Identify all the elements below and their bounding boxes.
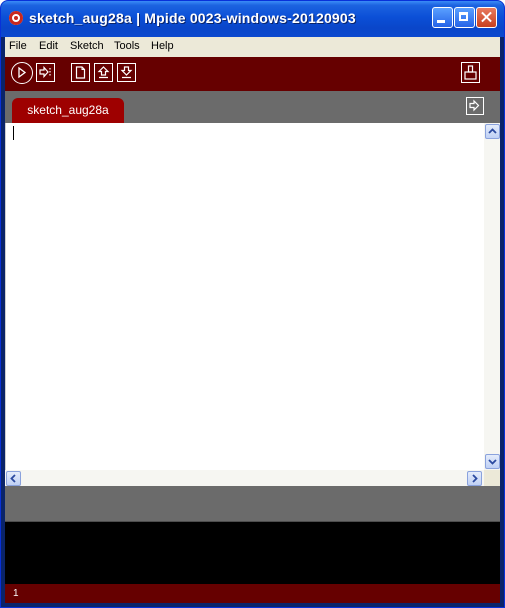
footer-bar: 1 bbox=[5, 584, 500, 603]
code-editor[interactable] bbox=[5, 123, 485, 470]
new-button[interactable] bbox=[71, 63, 90, 82]
title-bar[interactable]: sketch_aug28a | Mpide 0023-windows-20120… bbox=[1, 1, 504, 37]
serial-monitor-button[interactable] bbox=[461, 62, 480, 83]
minimize-button[interactable] bbox=[432, 7, 453, 28]
ide-window: sketch_aug28a | Mpide 0023-windows-20120… bbox=[0, 0, 505, 608]
toolbar bbox=[5, 57, 500, 91]
stop-button[interactable] bbox=[36, 63, 55, 82]
serial-monitor-icon bbox=[464, 65, 477, 80]
maximize-button[interactable] bbox=[454, 7, 475, 28]
tab-menu-button[interactable] bbox=[466, 97, 484, 115]
app-logo-icon bbox=[9, 11, 23, 25]
chevron-up-icon bbox=[488, 128, 497, 134]
scroll-left-button[interactable] bbox=[6, 471, 21, 486]
text-caret bbox=[13, 126, 14, 140]
menu-edit[interactable]: Edit bbox=[39, 40, 58, 52]
menu-file[interactable]: File bbox=[9, 40, 27, 52]
open-file-icon bbox=[97, 66, 110, 79]
new-file-icon bbox=[75, 66, 86, 79]
scroll-right-button[interactable] bbox=[467, 471, 482, 486]
menu-bar: File Edit Sketch Tools Help bbox=[5, 37, 500, 57]
menu-tools[interactable]: Tools bbox=[114, 40, 140, 52]
open-button[interactable] bbox=[94, 63, 113, 82]
save-file-icon bbox=[120, 66, 133, 79]
menu-sketch[interactable]: Sketch bbox=[70, 40, 104, 52]
tab-bar: sketch_aug28a bbox=[5, 91, 500, 123]
console-output[interactable] bbox=[5, 522, 500, 584]
scrollbar-corner bbox=[484, 470, 500, 486]
close-button[interactable] bbox=[476, 7, 497, 28]
tab-sketch[interactable]: sketch_aug28a bbox=[12, 98, 124, 123]
save-button[interactable] bbox=[117, 63, 136, 82]
window-title: sketch_aug28a | Mpide 0023-windows-20120… bbox=[29, 10, 356, 26]
status-bar bbox=[5, 486, 500, 521]
tab-menu-icon bbox=[469, 99, 480, 112]
vertical-scrollbar[interactable] bbox=[484, 123, 500, 470]
chevron-left-icon bbox=[10, 474, 16, 483]
chevron-down-icon bbox=[488, 459, 497, 465]
scroll-up-button[interactable] bbox=[485, 124, 500, 139]
play-icon bbox=[18, 66, 27, 79]
line-number: 1 bbox=[13, 588, 19, 599]
stop-icon bbox=[39, 65, 51, 79]
verify-button[interactable] bbox=[11, 62, 33, 84]
client-area: File Edit Sketch Tools Help sketch_aug28… bbox=[5, 37, 500, 603]
chevron-right-icon bbox=[472, 474, 478, 483]
horizontal-scrollbar[interactable] bbox=[5, 470, 484, 486]
menu-help[interactable]: Help bbox=[151, 40, 174, 52]
scroll-down-button[interactable] bbox=[485, 454, 500, 469]
